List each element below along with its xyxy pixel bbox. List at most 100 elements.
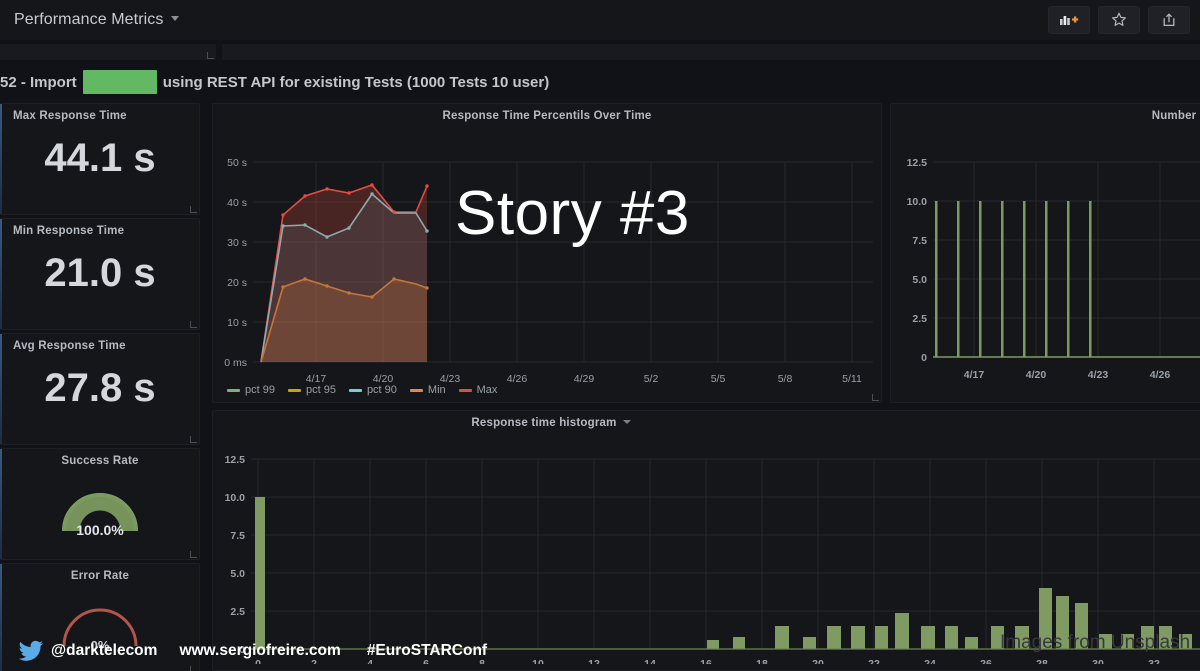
legend-swatch: [227, 388, 240, 392]
svg-text:14: 14: [644, 658, 656, 664]
y-tick-labels: 50 s 40 s 30 s 20 s 10 s 0 ms: [224, 157, 247, 369]
svg-text:5/5: 5/5: [711, 373, 726, 382]
chart-legend: pct 99 pct 95 pct 90 Min Max: [227, 384, 497, 396]
x-tick-labels: 4/17 4/20 4/23 4/26 4/29 5/2 5/5 5/8 5/1…: [306, 373, 862, 382]
svg-text:7.5: 7.5: [912, 235, 927, 247]
legend-item-pct95[interactable]: pct 95: [287, 384, 336, 396]
svg-text:5/8: 5/8: [778, 373, 793, 382]
submenu-segment-right: [222, 44, 1200, 60]
svg-text:4/26: 4/26: [1150, 369, 1171, 381]
resize-handle[interactable]: [872, 394, 879, 401]
panel-title-histogram-text: Response time histogram: [471, 417, 617, 429]
panel-title-min-response-time: Min Response Time: [13, 225, 125, 237]
panel-min-response-time[interactable]: Min Response Time 21.0 s: [0, 218, 200, 330]
legend-item-pct90[interactable]: pct 90: [348, 384, 397, 396]
svg-text:16: 16: [700, 658, 712, 664]
panel-error-rate[interactable]: Error Rate 0%: [0, 563, 200, 671]
stat-value-avg-response-time: 27.8 s: [44, 366, 156, 410]
x-tick-labels: 4/17 4/20 4/23 4/26: [964, 369, 1171, 381]
svg-text:5.0: 5.0: [912, 274, 927, 286]
svg-text:6: 6: [423, 658, 429, 664]
svg-text:2: 2: [311, 658, 317, 664]
chart-number-of-users: 12.5 10.0 7.5 5.0 2.5 0 4/17 4/20 4/23 4…: [907, 157, 1200, 381]
svg-text:20: 20: [812, 658, 824, 664]
legend-swatch: [409, 388, 423, 392]
svg-text:24: 24: [924, 658, 936, 664]
submenu-segment-left: [0, 44, 216, 60]
panel-response-time-histogram[interactable]: Response time histogram 12.5 10.0 7.5 5.…: [212, 410, 1200, 671]
panel-avg-response-time[interactable]: Avg Response Time 27.8 s: [0, 333, 200, 445]
svg-text:0: 0: [921, 352, 927, 364]
row-header[interactable]: 52 - Import using REST API for existing …: [0, 68, 1200, 96]
svg-text:7.5: 7.5: [230, 530, 245, 542]
panel-title-error-rate: Error Rate: [70, 570, 130, 582]
panel-response-time-percentiles[interactable]: Response Time Percentils Over Time 50 s …: [212, 103, 882, 403]
stat-value-max-response-time: 44.1 s: [44, 136, 156, 180]
add-panel-button[interactable]: [1048, 6, 1090, 34]
bar-chart-plus-icon: [1060, 16, 1079, 25]
svg-text:5/2: 5/2: [644, 373, 659, 382]
panel-title-max-response-time: Max Response Time: [13, 110, 127, 122]
grafana-dashboard: Performance Metrics 52 - Import using RE…: [0, 0, 1200, 671]
y-tick-labels: 12.5 10.0 7.5 5.0 2.5 0: [907, 157, 928, 364]
chevron-down-icon[interactable]: [622, 420, 631, 424]
svg-text:4/29: 4/29: [574, 373, 595, 382]
panel-title-response-percentiles: Response Time Percentils Over Time: [442, 110, 652, 122]
svg-text:4/20: 4/20: [373, 373, 394, 382]
chevron-down-icon[interactable]: [170, 16, 179, 21]
svg-text:50 s: 50 s: [227, 157, 247, 169]
svg-text:12.5: 12.5: [907, 157, 928, 169]
gauge-value-error-rate: 0%: [91, 638, 110, 653]
star-dashboard-button[interactable]: [1098, 6, 1140, 34]
svg-text:12: 12: [588, 658, 600, 664]
svg-text:4/20: 4/20: [1026, 369, 1047, 381]
panel-title-avg-response-time: Avg Response Time: [13, 340, 126, 352]
y-tick-labels: 12.5 10.0 7.5 5.0 2.5 0: [225, 454, 246, 656]
svg-text:10.0: 10.0: [225, 492, 246, 504]
resize-handle[interactable]: [207, 52, 214, 59]
legend-label: pct 90: [366, 384, 397, 396]
resize-handle[interactable]: [190, 206, 197, 213]
svg-text:0: 0: [255, 658, 261, 664]
svg-text:30 s: 30 s: [227, 237, 247, 249]
svg-text:22: 22: [868, 658, 880, 664]
top-navbar: Performance Metrics: [0, 0, 1200, 40]
legend-item-max[interactable]: Max: [458, 384, 497, 396]
panel-number-of-users[interactable]: Number of 12.5 10.0 7.5 5.0 2.: [890, 103, 1200, 403]
gauge-value-success-rate: 100.0%: [76, 522, 124, 538]
legend-item-pct99[interactable]: pct 99: [227, 384, 275, 396]
resize-handle[interactable]: [190, 321, 197, 328]
redacted-block: [82, 70, 157, 94]
svg-text:4/17: 4/17: [306, 373, 327, 382]
x-gridlines: [257, 459, 1155, 649]
svg-text:4: 4: [367, 658, 373, 664]
svg-text:32: 32: [1148, 658, 1160, 664]
dashboard-title[interactable]: Performance Metrics: [14, 11, 179, 29]
svg-text:26: 26: [980, 658, 992, 664]
svg-text:0 ms: 0 ms: [224, 357, 247, 369]
svg-text:2.5: 2.5: [912, 313, 927, 325]
resize-handle[interactable]: [190, 551, 197, 558]
share-dashboard-button[interactable]: [1148, 6, 1190, 34]
svg-text:8: 8: [479, 658, 485, 664]
stat-value-min-response-time: 21.0 s: [44, 251, 156, 295]
share-icon: [1163, 13, 1175, 27]
svg-text:40 s: 40 s: [227, 197, 247, 209]
svg-text:4/23: 4/23: [1088, 369, 1109, 381]
svg-text:4/26: 4/26: [507, 373, 528, 382]
legend-label: Min: [427, 384, 446, 396]
legend-swatch: [348, 388, 362, 392]
panel-success-rate[interactable]: Success Rate 100.0%: [0, 448, 200, 560]
panel-title-success-rate: Success Rate: [61, 455, 139, 467]
resize-handle[interactable]: [190, 436, 197, 443]
panel-max-response-time[interactable]: Max Response Time 44.1 s: [0, 103, 200, 215]
svg-text:5/11: 5/11: [842, 373, 862, 382]
resize-handle[interactable]: [190, 666, 197, 671]
x-tick-labels: 0 2 4 6 8 10 12 14 16 18 20 22 24 26 28 …: [255, 658, 1160, 664]
legend-label: pct 95: [305, 384, 336, 396]
panel-title-histogram[interactable]: Response time histogram: [213, 411, 1200, 429]
svg-text:2.5: 2.5: [230, 606, 245, 618]
panel-title-number-of-users: Number of: [1151, 110, 1200, 122]
legend-item-min[interactable]: Min: [409, 384, 446, 396]
svg-text:4/23: 4/23: [440, 373, 461, 382]
